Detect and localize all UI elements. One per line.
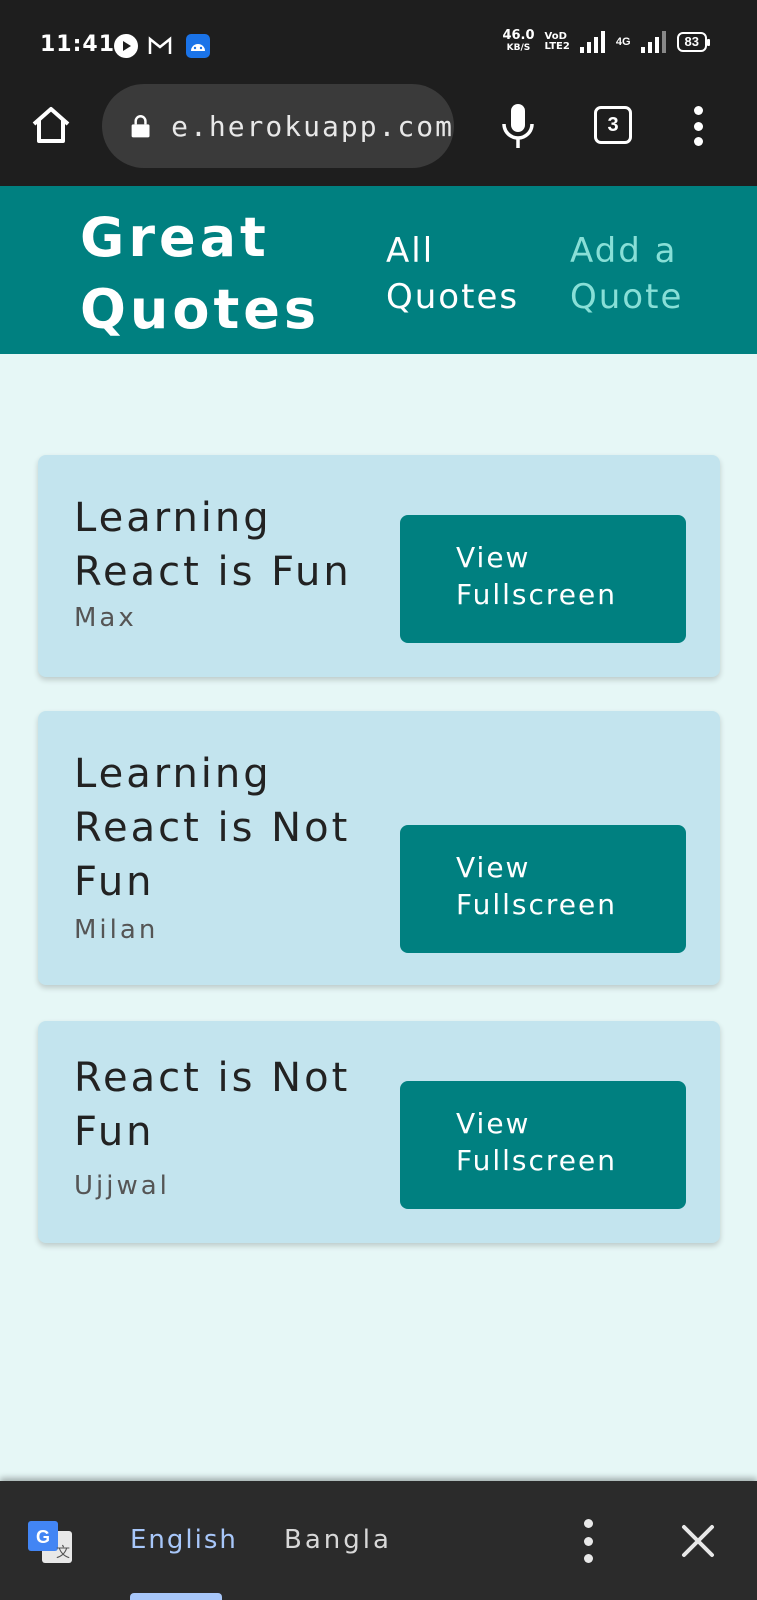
close-icon[interactable]	[680, 1523, 716, 1559]
home-icon[interactable]	[30, 104, 72, 146]
quote-author: Milan	[74, 915, 159, 945]
view-fullscreen-button[interactable]: View Fullscreen	[400, 1081, 686, 1209]
net-speed-unit: KB/S	[506, 43, 531, 53]
address-bar[interactable]: e.herokuapp.com	[102, 84, 454, 168]
net-speed: 46.0 KB/S	[502, 28, 535, 54]
status-bar: 11:41 46.0 KB/S VoD LTE2 4G 83	[0, 0, 757, 82]
quote-card: React is Not Fun Ujjwal View Fullscreen	[38, 1021, 720, 1243]
quote-text: Learning React is Not Fun	[74, 751, 351, 905]
battery-indicator: 83	[676, 32, 711, 52]
active-tab-indicator	[130, 1593, 222, 1600]
mic-icon[interactable]	[500, 102, 536, 150]
more-vert-icon[interactable]	[688, 106, 708, 146]
quote-author: Ujjwal	[74, 1171, 170, 1201]
google-translate-icon: G 文	[28, 1521, 72, 1563]
app-header: Great Quotes All Quotes Add a Quote	[0, 186, 757, 354]
svg-text:G: G	[36, 1527, 50, 1547]
tab-bangla[interactable]: Bangla	[284, 1525, 392, 1555]
view-fullscreen-button[interactable]: View Fullscreen	[400, 825, 686, 953]
browser-toolbar: e.herokuapp.com 3	[0, 82, 757, 186]
android-icon	[186, 34, 210, 58]
svg-text:文: 文	[56, 1545, 70, 1561]
gmail-icon	[148, 36, 172, 54]
tab-english[interactable]: English	[130, 1525, 238, 1555]
volte-indicator: VoD LTE2	[545, 32, 570, 52]
lock-icon	[131, 115, 150, 138]
tab-switcher-button[interactable]: 3	[594, 106, 632, 144]
nav-all-quotes[interactable]: All Quotes	[386, 228, 546, 320]
quote-card: Learning React is Not Fun Milan View Ful…	[38, 711, 720, 985]
net-speed-value: 46.0	[502, 28, 535, 43]
network-type: 4G	[615, 36, 631, 48]
quote-author: Max	[74, 603, 137, 633]
translate-bar: G 文 English Bangla	[0, 1481, 757, 1600]
quote-text: Learning React is Fun	[74, 495, 352, 595]
more-vert-icon[interactable]	[578, 1519, 598, 1563]
quote-text: React is Not Fun	[74, 1055, 351, 1155]
signal-icon	[579, 31, 605, 53]
url-text: e.herokuapp.com	[171, 109, 454, 143]
quote-card: Learning React is Fun Max View Fullscree…	[38, 455, 720, 677]
status-time: 11:41	[40, 32, 116, 57]
nav-add-quote[interactable]: Add a Quote	[570, 228, 730, 320]
play-icon	[114, 34, 138, 58]
view-fullscreen-button[interactable]: View Fullscreen	[400, 515, 686, 643]
status-indicators: 46.0 KB/S VoD LTE2 4G 83	[502, 28, 711, 54]
app-logo: Great Quotes	[80, 206, 321, 341]
signal-icon-2	[640, 31, 666, 53]
volte-bottom: LTE2	[544, 41, 570, 52]
